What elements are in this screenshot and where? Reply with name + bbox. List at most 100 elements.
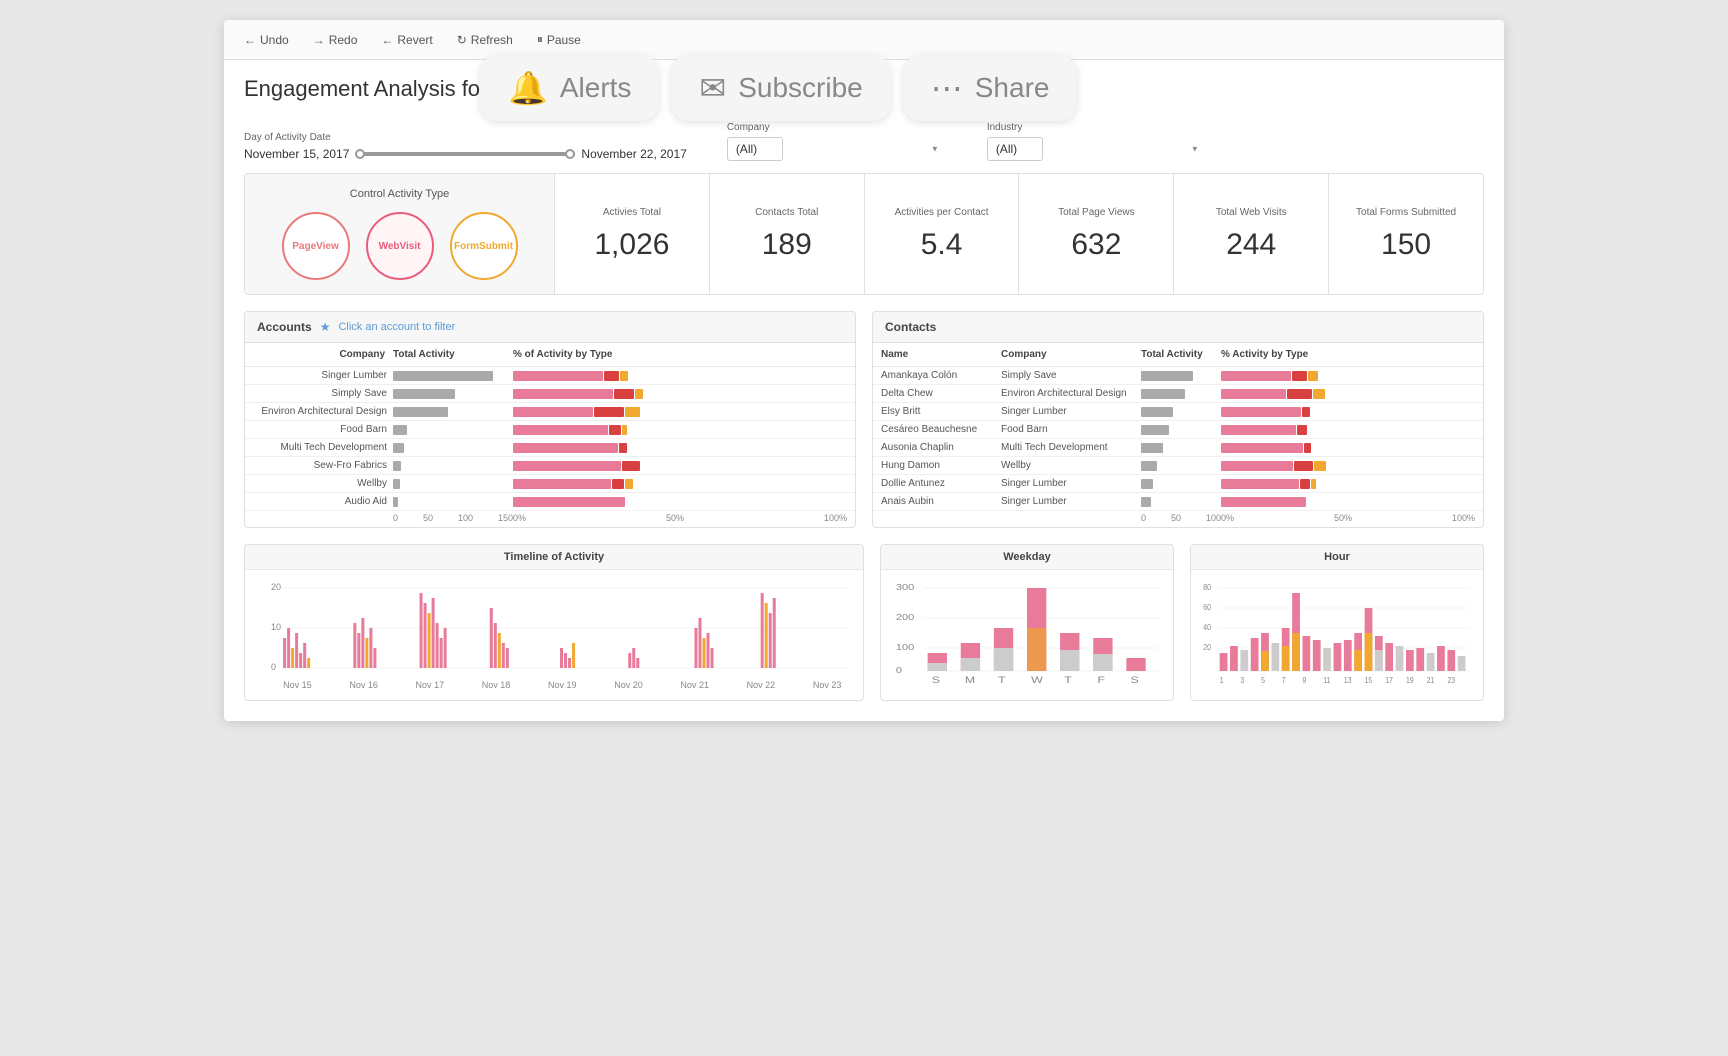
svg-text:7: 7 xyxy=(1282,676,1286,686)
svg-text:W: W xyxy=(1031,676,1044,686)
kpi-control-panel: Control Activity Type PageView WebVisit … xyxy=(245,174,555,294)
contacts-panel: Contacts Name Company Total Activity % A… xyxy=(872,311,1484,528)
svg-text:Nov 16: Nov 16 xyxy=(349,680,378,690)
svg-text:Nov 21: Nov 21 xyxy=(680,680,709,690)
timeline-chart: 20 10 0 xyxy=(245,570,863,700)
svg-text:Nov 23: Nov 23 xyxy=(813,680,842,690)
svg-text:10: 10 xyxy=(271,622,281,632)
table-row[interactable]: Ausonia Chaplin Multi Tech Development xyxy=(873,439,1483,457)
table-row[interactable]: Singer Lumber xyxy=(245,367,855,385)
table-row[interactable]: Amankaya Colón Simply Save xyxy=(873,367,1483,385)
table-row[interactable]: Elsy Britt Singer Lumber xyxy=(873,403,1483,421)
kpi-circles: PageView WebVisit FormSubmit xyxy=(282,212,518,280)
svg-text:21: 21 xyxy=(1427,676,1435,686)
pageview-circle[interactable]: PageView xyxy=(282,212,350,280)
table-row[interactable]: Cesáreo Beauchesne Food Barn xyxy=(873,421,1483,439)
kpi-total-forms-submitted: Total Forms Submitted 150 xyxy=(1329,174,1483,294)
kpi-contacts-total: Contacts Total 189 xyxy=(710,174,865,294)
company-select[interactable]: (All) xyxy=(727,137,783,161)
svg-text:40: 40 xyxy=(1203,623,1211,633)
pause-button[interactable]: ⏸ Pause xyxy=(533,30,585,49)
table-row[interactable]: Simply Save xyxy=(245,385,855,403)
bottom-charts: Timeline of Activity 20 10 0 xyxy=(244,544,1484,701)
undo-icon: ← xyxy=(244,33,256,47)
dashboard-container: ← Undo → Redo ← Revert ↻ Refresh ⏸ Pause… xyxy=(224,20,1504,721)
svg-text:80: 80 xyxy=(1203,583,1211,593)
revert-icon: ← xyxy=(381,33,393,47)
industry-select[interactable]: (All) xyxy=(987,137,1043,161)
share-label: Share xyxy=(975,72,1050,104)
kpi-activities-total: Activies Total 1,026 xyxy=(555,174,710,294)
svg-text:Nov 22: Nov 22 xyxy=(747,680,776,690)
kpi-activities-per-contact: Activities per Contact 5.4 xyxy=(865,174,1020,294)
svg-text:Nov 20: Nov 20 xyxy=(614,680,643,690)
share-button[interactable]: ⋯ Share xyxy=(903,55,1078,121)
hour-panel: Hour 80 60 40 20 xyxy=(1190,544,1484,701)
main-content: Accounts ★ Click an account to filter Co… xyxy=(244,311,1484,528)
refresh-icon: ↻ xyxy=(457,33,467,47)
undo-button[interactable]: ← Undo xyxy=(240,31,293,49)
svg-text:T: T xyxy=(998,676,1006,686)
svg-text:T: T xyxy=(1064,676,1072,686)
table-row[interactable]: Multi Tech Development xyxy=(245,439,855,457)
svg-text:13: 13 xyxy=(1344,676,1352,686)
subscribe-label: Subscribe xyxy=(738,72,863,104)
timeline-panel: Timeline of Activity 20 10 0 xyxy=(244,544,864,701)
svg-text:F: F xyxy=(1097,676,1105,686)
table-row[interactable]: Environ Architectural Design xyxy=(245,403,855,421)
table-row[interactable]: Anais Aubin Singer Lumber xyxy=(873,493,1483,511)
table-row[interactable]: Wellby xyxy=(245,475,855,493)
date-filter: Day of Activity Date November 15, 2017 N… xyxy=(244,132,687,161)
share-icon: ⋯ xyxy=(931,69,963,107)
alerts-button[interactable]: 🔔 Alerts xyxy=(480,55,659,121)
star-icon: ★ xyxy=(320,320,331,334)
weekday-panel: Weekday 300 200 100 0 xyxy=(880,544,1174,701)
svg-text:1: 1 xyxy=(1220,676,1224,686)
slider-handle-left[interactable] xyxy=(355,149,365,159)
table-row[interactable]: Delta Chew Environ Architectural Design xyxy=(873,385,1483,403)
table-row[interactable]: Audio Aid xyxy=(245,493,855,511)
svg-text:Nov 18: Nov 18 xyxy=(482,680,511,690)
table-row[interactable]: Dollie Antunez Singer Lumber xyxy=(873,475,1483,493)
svg-text:15: 15 xyxy=(1365,676,1373,686)
table-row[interactable]: Food Barn xyxy=(245,421,855,439)
weekday-chart: 300 200 100 0 xyxy=(881,570,1173,700)
subscribe-button[interactable]: ✉ Subscribe xyxy=(671,55,890,121)
webvisit-circle[interactable]: WebVisit xyxy=(366,212,434,280)
kpi-metrics: Activies Total 1,026 Contacts Total 189 … xyxy=(555,174,1483,294)
svg-text:0: 0 xyxy=(271,662,276,672)
svg-text:Nov 15: Nov 15 xyxy=(283,680,312,690)
svg-text:0: 0 xyxy=(896,666,902,675)
svg-text:Nov 17: Nov 17 xyxy=(416,680,445,690)
table-row[interactable]: Hung Damon Wellby xyxy=(873,457,1483,475)
svg-text:Nov 19: Nov 19 xyxy=(548,680,577,690)
svg-text:M: M xyxy=(965,676,975,686)
date-range-slider[interactable] xyxy=(355,152,575,156)
accounts-axis: 0 50 100 150 0% 50% 100% xyxy=(245,511,855,527)
industry-filter: Industry (All) xyxy=(987,122,1207,161)
pause-icon: ⏸ xyxy=(537,32,543,47)
mail-icon: ✉ xyxy=(699,69,726,107)
contacts-header: Contacts xyxy=(873,312,1483,343)
svg-text:19: 19 xyxy=(1406,676,1414,686)
slider-handle-right[interactable] xyxy=(565,149,575,159)
accounts-panel: Accounts ★ Click an account to filter Co… xyxy=(244,311,856,528)
accounts-table-header: Company Total Activity % of Activity by … xyxy=(245,343,855,367)
formsubmit-circle[interactable]: FormSubmit xyxy=(450,212,518,280)
contacts-axis: 0 50 100 0% 50% 100% xyxy=(873,511,1483,527)
refresh-button[interactable]: ↻ Refresh xyxy=(453,31,517,49)
revert-button[interactable]: ← Revert xyxy=(377,31,436,49)
svg-text:23: 23 xyxy=(1447,676,1455,686)
table-row[interactable]: Sew-Fro Fabrics xyxy=(245,457,855,475)
svg-text:11: 11 xyxy=(1323,676,1330,686)
filter-bar: Day of Activity Date November 15, 2017 N… xyxy=(224,114,1504,173)
redo-button[interactable]: → Redo xyxy=(309,31,362,49)
svg-text:17: 17 xyxy=(1385,676,1393,686)
svg-text:60: 60 xyxy=(1203,603,1211,613)
contacts-table-header: Name Company Total Activity % Activity b… xyxy=(873,343,1483,367)
svg-text:9: 9 xyxy=(1303,676,1307,686)
svg-text:20: 20 xyxy=(271,582,281,592)
accounts-header: Accounts ★ Click an account to filter xyxy=(245,312,855,343)
redo-icon: → xyxy=(313,33,325,47)
kpi-total-page-views: Total Page Views 632 xyxy=(1019,174,1174,294)
